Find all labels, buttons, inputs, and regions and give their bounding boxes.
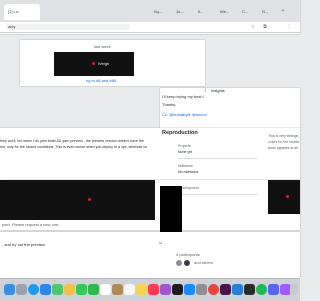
link-replied-notice: pted. Please request a new one. xyxy=(2,222,60,227)
podcasts-icon[interactable] xyxy=(160,284,171,295)
discord-icon[interactable] xyxy=(268,284,279,295)
record-indicator xyxy=(286,195,289,198)
video-player[interactable]: Weigh xyxy=(54,52,134,76)
divider xyxy=(178,194,258,195)
right-comment-line-1: This is very strange. xyxy=(268,134,300,138)
divider xyxy=(178,158,258,159)
right-comment-line-3: team appears at all. xyxy=(268,146,299,150)
spotify-icon[interactable] xyxy=(256,284,267,295)
url-field[interactable] xyxy=(6,24,130,30)
safari-icon[interactable] xyxy=(28,284,39,295)
tv-icon[interactable] xyxy=(172,284,183,295)
address-bar: ☆ ⧉ ⋮ xyxy=(0,22,300,33)
maps-icon[interactable] xyxy=(52,284,63,295)
avatar[interactable] xyxy=(176,260,182,266)
issue-window: Reproduction they work, but when I do ya… xyxy=(0,128,300,180)
participants-others: and others xyxy=(194,260,213,265)
tab-active[interactable]: [1] Lo... xyxy=(4,4,40,20)
notes-icon[interactable] xyxy=(136,284,147,295)
sidebar-milestone-label[interactable]: Milestone xyxy=(178,164,193,168)
browser-window-top: [1] Lo... Sq... Jo... li... We... C... N… xyxy=(0,0,300,34)
facetime-icon[interactable] xyxy=(88,284,99,295)
terminal-icon[interactable] xyxy=(244,284,255,295)
right-comment-line-2: colors for the locatio xyxy=(268,140,300,144)
repro-body-line-2: ent, only for the closed conditions. Thi… xyxy=(0,145,148,149)
contacts-icon[interactable] xyxy=(112,284,123,295)
participants-count: 4 participants xyxy=(176,252,200,257)
comment-timestamp: last week xyxy=(94,44,111,49)
messages-icon[interactable] xyxy=(76,284,87,295)
music-icon[interactable] xyxy=(148,284,159,295)
launchpad-icon[interactable] xyxy=(16,284,27,295)
new-tab-icon[interactable]: + xyxy=(280,8,286,14)
preview-instructions-line: , and try out the preview. xyxy=(2,242,46,247)
lower-window: , and try out the preview. 4 participant… xyxy=(0,232,300,278)
insights-window: I'll keep trying my best t Thanks, Cc: @… xyxy=(160,88,300,128)
sidebar-projects-label[interactable]: Projects xyxy=(178,144,191,148)
settings-icon[interactable] xyxy=(196,284,207,295)
comment-line-thanks: Thanks, xyxy=(162,102,177,107)
star-icon[interactable]: ☆ xyxy=(250,24,256,30)
insights-tab[interactable]: Insights xyxy=(211,88,225,93)
mail-icon[interactable] xyxy=(40,284,51,295)
photos-icon[interactable] xyxy=(64,284,75,295)
graph-icon: ⌇ xyxy=(204,88,207,94)
black-band xyxy=(160,186,182,232)
trash-icon[interactable] xyxy=(290,284,298,295)
comment-line-keep-trying: I'll keep trying my best t xyxy=(162,94,204,99)
comment-window: last week Weigh ng to #8 and #80 xyxy=(20,40,205,86)
video-label: Weigh xyxy=(98,61,110,66)
emoji-reaction-icon[interactable]: ☺ xyxy=(158,240,163,246)
reminders-icon[interactable] xyxy=(124,284,135,295)
video-player-right[interactable] xyxy=(268,180,300,214)
video-player-left[interactable] xyxy=(0,180,155,220)
extension-icon[interactable]: ⧉ xyxy=(262,24,268,30)
record-indicator xyxy=(88,198,91,201)
finder-icon[interactable] xyxy=(4,284,15,295)
chrome-icon[interactable] xyxy=(208,284,219,295)
vscode-icon[interactable] xyxy=(232,284,243,295)
issue-links-line: ng to #8 and #80 xyxy=(86,78,117,83)
avatar[interactable] xyxy=(184,260,190,266)
tab-item[interactable] xyxy=(84,4,114,20)
sidebar-projects-value: None yet xyxy=(178,150,193,154)
record-indicator xyxy=(92,62,95,65)
tab-item[interactable]: N... xyxy=(258,4,282,20)
tab-strip: [1] Lo... Sq... Jo... li... We... C... N… xyxy=(0,0,300,22)
slack-icon[interactable] xyxy=(220,284,231,295)
calendar-icon[interactable] xyxy=(100,284,111,295)
macos-dock xyxy=(0,278,300,301)
section-heading-reproduction: Reproduction xyxy=(162,130,198,136)
video-row-window: pted. Please request a new one. Developm… xyxy=(0,180,300,230)
comment-line-cc: Cc: @humabyte @docon xyxy=(162,112,207,117)
sidebar-milestone-value: No milestone xyxy=(178,170,199,174)
app-store-icon[interactable] xyxy=(184,284,195,295)
menu-dots-icon[interactable]: ⋮ xyxy=(286,24,292,30)
